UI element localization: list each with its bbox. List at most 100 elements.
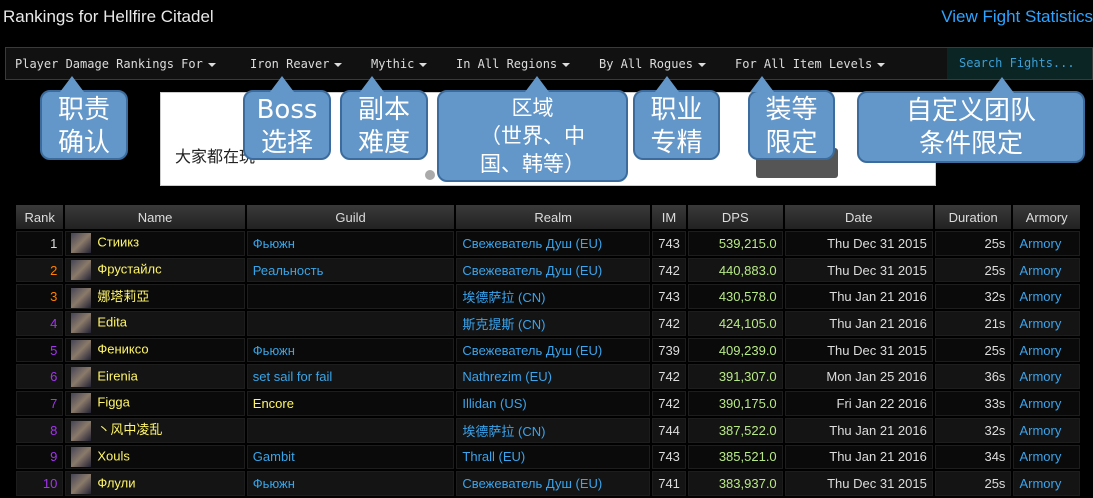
realm: Nathrezim (EU) (462, 369, 552, 385)
column-header-im[interactable]: IM (651, 205, 686, 229)
duration: 32s (984, 422, 1006, 438)
guild-cell[interactable]: Encore (246, 391, 455, 416)
guild-cell[interactable]: Фьюжн (246, 231, 455, 256)
guild-cell[interactable] (246, 417, 455, 443)
duration: 36s (984, 369, 1006, 385)
column-header-name[interactable]: Name (65, 205, 245, 229)
armory-link-cell[interactable]: Armory (1013, 337, 1080, 363)
player-name-cell[interactable]: 娜塔莉亞 (65, 284, 245, 310)
duration: 34s (984, 449, 1006, 465)
armory-link: Armory (1019, 262, 1062, 278)
callout-text: 区域 （世界、中 国、韩等） (480, 96, 585, 176)
dps-cell: 430,578.0 (687, 284, 783, 310)
class-avatar-icon (71, 366, 92, 387)
armory-link-cell[interactable]: Armory (1013, 311, 1080, 336)
item-level-cell: 742 (651, 364, 686, 390)
callout-text: 副本 难度 (357, 95, 410, 158)
realm-cell[interactable]: Illidan (US) (456, 391, 650, 416)
guild-cell[interactable] (246, 284, 455, 310)
carousel-dot-active[interactable] (425, 170, 435, 180)
caret-down-icon (697, 62, 706, 67)
realm-cell[interactable]: 斯克提斯 (CN) (456, 311, 650, 336)
item-level-cell: 739 (651, 337, 686, 363)
column-header-rank[interactable]: Rank (16, 205, 64, 229)
guild-cell[interactable] (246, 311, 455, 336)
realm-cell[interactable]: Thrall (EU) (456, 444, 650, 470)
class-dropdown[interactable]: By All Rogues (599, 57, 706, 71)
player-name-cell[interactable]: Стиикз (65, 231, 245, 256)
player-name: Xouls (97, 448, 130, 464)
ranking-type-dropdown[interactable]: Player Damage Rankings For (15, 57, 216, 71)
armory-link-cell[interactable]: Armory (1013, 257, 1080, 283)
search-fights-input[interactable]: Search Fights... (947, 48, 1092, 79)
column-header-date[interactable]: Date (784, 205, 933, 229)
armory-link-cell[interactable]: Armory (1013, 391, 1080, 416)
date-cell: Thu Jan 21 2016 (784, 444, 933, 470)
realm-cell[interactable]: 埃德萨拉 (CN) (456, 417, 650, 443)
class-avatar-icon (71, 340, 92, 361)
view-fight-statistics-link[interactable]: View Fight Statistics (941, 7, 1093, 27)
date-cell: Thu Jan 21 2016 (784, 417, 933, 443)
realm-cell[interactable]: Свежеватель Душ (EU) (456, 257, 650, 283)
duration: 25s (984, 235, 1006, 251)
guild-cell[interactable]: set sail for fail (246, 364, 455, 390)
rank: 6 (50, 369, 58, 385)
dps: 390,175.0 (718, 395, 777, 411)
realm-cell[interactable]: Свежеватель Душ (EU) (456, 231, 650, 256)
date: Thu Dec 31 2015 (827, 235, 927, 251)
guild-cell[interactable]: Реальность (246, 257, 455, 283)
duration-cell: 25s (934, 257, 1012, 283)
rankings-table: Rank Name Guild Realm IM DPS Date Duration Armor… (14, 203, 1082, 498)
player-name-cell[interactable]: 丶风中凌乱 (65, 417, 245, 443)
item-level-cell: 743 (651, 231, 686, 256)
player-name: Figga (97, 394, 130, 410)
armory-link-cell[interactable]: Armory (1013, 471, 1080, 496)
page-title: Rankings for Hellfire Citadel (3, 7, 214, 26)
date-cell: Thu Jan 21 2016 (784, 284, 933, 310)
armory-link-cell[interactable]: Armory (1013, 231, 1080, 256)
class-avatar-icon (71, 446, 92, 467)
realm-cell[interactable]: 埃德萨拉 (CN) (456, 284, 650, 310)
item-level-dropdown[interactable]: For All Item Levels (735, 57, 886, 71)
player-name-cell[interactable]: Eirenia (65, 364, 245, 390)
caret-down-icon (877, 62, 886, 67)
armory-link-cell[interactable]: Armory (1013, 364, 1080, 390)
region-dropdown[interactable]: In All Regions (456, 57, 571, 71)
player-name-cell[interactable]: Фениксо (65, 337, 245, 363)
player-name-cell[interactable]: Edita (65, 311, 245, 336)
callout-text: 职业 专精 (650, 95, 703, 158)
duration-cell: 34s (934, 444, 1012, 470)
player-name: Edita (97, 314, 128, 330)
player-name-cell[interactable]: Флули (65, 471, 245, 496)
realm-cell[interactable]: Свежеватель Душ (EU) (456, 471, 650, 496)
column-header-dps[interactable]: DPS (687, 205, 783, 229)
armory-link-cell[interactable]: Armory (1013, 417, 1080, 443)
armory-link-cell[interactable]: Armory (1013, 444, 1080, 470)
rank: 2 (50, 262, 58, 278)
boss-dropdown[interactable]: Iron Reaver (250, 57, 343, 71)
guild-cell[interactable]: Gambit (246, 444, 455, 470)
date-cell: Thu Jan 21 2016 (784, 311, 933, 336)
dps: 539,215.0 (718, 235, 777, 251)
realm-cell[interactable]: Свежеватель Душ (EU) (456, 337, 650, 363)
difficulty-dropdown[interactable]: Mythic (371, 57, 428, 71)
rank-cell: 6 (16, 364, 64, 390)
date: Thu Dec 31 2015 (827, 342, 927, 358)
guild-cell[interactable]: Фьюжн (246, 471, 455, 496)
player-name-cell[interactable]: Xouls (65, 444, 245, 470)
guild-cell[interactable]: Фьюжн (246, 337, 455, 363)
duration-cell: 25s (934, 471, 1012, 496)
date: Thu Jan 21 2016 (829, 289, 927, 305)
player-name-cell[interactable]: Фрустайлс (65, 257, 245, 283)
column-header-armory[interactable]: Armory (1013, 205, 1080, 229)
armory-link-cell[interactable]: Armory (1013, 284, 1080, 310)
caret-down-icon (562, 62, 571, 67)
player-name-cell[interactable]: Figga (65, 391, 245, 416)
realm-cell[interactable]: Nathrezim (EU) (456, 364, 650, 390)
item-level-cell: 742 (651, 257, 686, 283)
column-header-guild[interactable]: Guild (246, 205, 455, 229)
armory-link: Armory (1019, 342, 1062, 358)
column-header-realm[interactable]: Realm (456, 205, 650, 229)
column-header-duration[interactable]: Duration (934, 205, 1012, 229)
item-level-cell: 744 (651, 417, 686, 443)
